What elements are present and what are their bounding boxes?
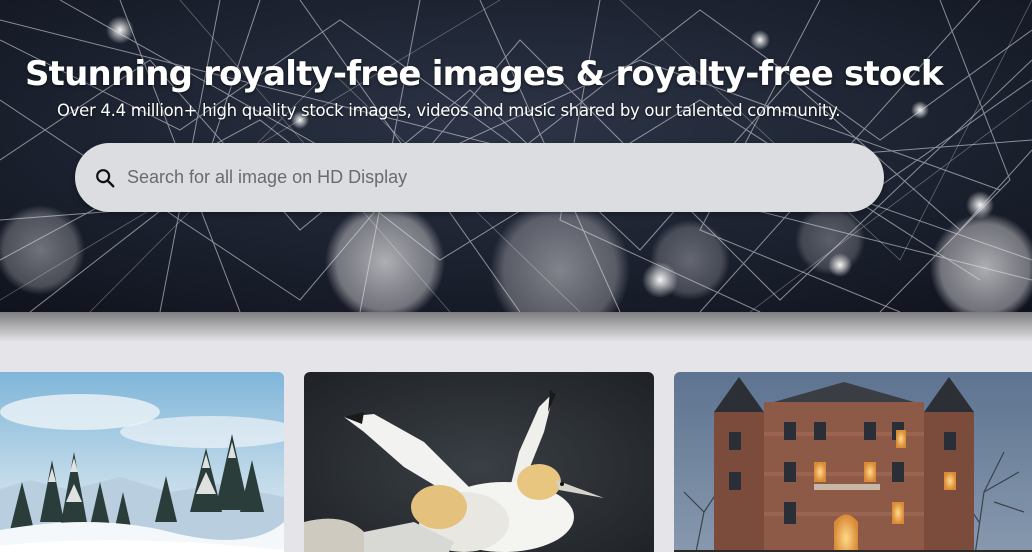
hero-subtitle: Over 4.4 million+ high quality stock ima… — [57, 101, 841, 120]
hero-shadow — [0, 312, 1032, 342]
search-input[interactable] — [125, 156, 849, 199]
search-icon[interactable] — [94, 167, 116, 189]
castle-photo[interactable] — [674, 372, 1032, 552]
hero-title: Stunning royalty-free images & royalty-f… — [25, 54, 943, 94]
gallery-card-snowy-forest[interactable] — [0, 372, 284, 552]
hero-banner: Stunning royalty-free images & royalty-f… — [0, 0, 1032, 312]
snowy-forest-photo[interactable] — [0, 372, 284, 552]
search-bar[interactable] — [75, 143, 884, 212]
gallery-card-castle[interactable] — [674, 372, 1032, 552]
page: Stunning royalty-free images & royalty-f… — [0, 0, 1032, 552]
gallery-card-gannets[interactable] — [304, 372, 654, 552]
gannets-photo[interactable] — [304, 372, 654, 552]
